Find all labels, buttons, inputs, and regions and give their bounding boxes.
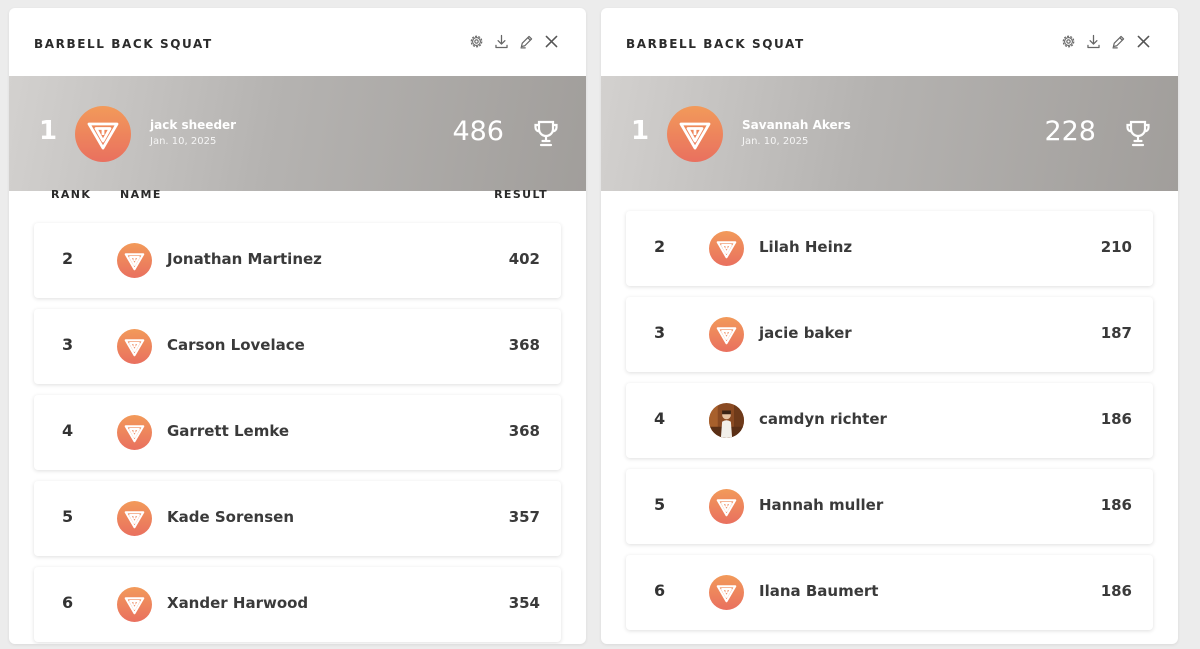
card-header: BARBELL BACK SQUAT bbox=[601, 8, 1178, 76]
gear-icon[interactable] bbox=[468, 33, 485, 50]
row-name: camdyn richter bbox=[759, 410, 887, 428]
row-name: Carson Lovelace bbox=[167, 336, 305, 354]
row-rank: 6 bbox=[654, 581, 666, 600]
trophy-icon bbox=[533, 119, 559, 149]
row-result: 357 bbox=[508, 508, 540, 526]
avatar bbox=[117, 501, 152, 536]
leader-rank: 1 bbox=[631, 116, 650, 146]
row-rank: 3 bbox=[654, 323, 666, 342]
row-result: 187 bbox=[1100, 324, 1132, 342]
row-name: Kade Sorensen bbox=[167, 508, 295, 526]
row-name: Hannah muller bbox=[759, 496, 884, 514]
row-rank: 4 bbox=[62, 421, 74, 440]
leader-rank: 1 bbox=[39, 116, 58, 146]
leader-name: Savannah Akers bbox=[742, 118, 851, 132]
row-rank: 6 bbox=[62, 593, 74, 612]
avatar-photo bbox=[709, 403, 744, 438]
leaderboard-row[interactable]: 6 Ilana Baumert 186 bbox=[626, 555, 1153, 630]
row-result: 368 bbox=[508, 336, 540, 354]
leaderboard-row[interactable]: 3 jacie baker 187 bbox=[626, 297, 1153, 372]
row-name: Jonathan Martinez bbox=[167, 250, 322, 268]
row-rank: 4 bbox=[654, 409, 666, 428]
header-actions bbox=[468, 33, 560, 50]
leader-name: jack sheeder bbox=[150, 118, 237, 132]
row-result: 186 bbox=[1100, 582, 1132, 600]
avatar bbox=[667, 106, 723, 162]
column-header-rank: RANK bbox=[51, 188, 92, 201]
leader-date: Jan. 10, 2025 bbox=[150, 136, 217, 147]
leaderboard-row[interactable]: 3 Carson Lovelace 368 bbox=[34, 309, 561, 384]
row-result: 368 bbox=[508, 422, 540, 440]
close-icon[interactable] bbox=[543, 33, 560, 50]
avatar bbox=[709, 317, 744, 352]
header-actions bbox=[1060, 33, 1152, 50]
row-result: 186 bbox=[1100, 410, 1132, 428]
avatar bbox=[117, 415, 152, 450]
download-icon[interactable] bbox=[1085, 33, 1102, 50]
row-name: Ilana Baumert bbox=[759, 582, 879, 600]
leaderboard-row[interactable]: 2 Jonathan Martinez 402 bbox=[34, 223, 561, 298]
row-rank: 2 bbox=[654, 237, 666, 256]
leaderboard-row[interactable]: 5 Hannah muller 186 bbox=[626, 469, 1153, 544]
pencil-icon[interactable] bbox=[1110, 33, 1127, 50]
row-result: 210 bbox=[1100, 238, 1132, 256]
leader-score: 486 bbox=[452, 116, 504, 147]
row-result: 354 bbox=[508, 594, 540, 612]
close-icon[interactable] bbox=[1135, 33, 1152, 50]
leader-date: Jan. 10, 2025 bbox=[742, 136, 809, 147]
row-name: jacie baker bbox=[759, 324, 852, 342]
avatar bbox=[117, 587, 152, 622]
leaderboard-row[interactable]: 5 Kade Sorensen 357 bbox=[34, 481, 561, 556]
row-rank: 5 bbox=[654, 495, 666, 514]
row-name: Lilah Heinz bbox=[759, 238, 853, 256]
row-rank: 3 bbox=[62, 335, 74, 354]
leaderboard-card-right: BARBELL BACK SQUAT 1 Savannah Akers Jan.… bbox=[601, 8, 1178, 644]
avatar bbox=[117, 243, 152, 278]
leaderboard-row[interactable]: 4 Garrett Lemke 368 bbox=[34, 395, 561, 470]
card-title: BARBELL BACK SQUAT bbox=[626, 37, 805, 51]
leaderboard-card-left: BARBELL BACK SQUAT 1 jack sheeder Jan. 1… bbox=[9, 8, 586, 644]
leaderboard-row[interactable]: 6 Xander Harwood 354 bbox=[34, 567, 561, 642]
leaderboard-row[interactable]: 4 camdyn richter 186 bbox=[626, 383, 1153, 458]
leader-score: 228 bbox=[1044, 116, 1096, 147]
row-name: Xander Harwood bbox=[167, 594, 309, 612]
gear-icon[interactable] bbox=[1060, 33, 1077, 50]
avatar bbox=[75, 106, 131, 162]
avatar bbox=[709, 231, 744, 266]
row-result: 402 bbox=[508, 250, 540, 268]
row-rank: 5 bbox=[62, 507, 74, 526]
trophy-icon bbox=[1125, 119, 1151, 149]
column-headers: RANK NAME RESULT bbox=[9, 188, 586, 208]
leaderboard-row[interactable]: 2 Lilah Heinz 210 bbox=[626, 211, 1153, 286]
leader-banner: 1 jack sheeder Jan. 10, 2025 486 bbox=[9, 76, 586, 191]
column-header-result: RESULT bbox=[494, 188, 548, 201]
row-name: Garrett Lemke bbox=[167, 422, 290, 440]
download-icon[interactable] bbox=[493, 33, 510, 50]
avatar bbox=[117, 329, 152, 364]
card-header: BARBELL BACK SQUAT bbox=[9, 8, 586, 76]
pencil-icon[interactable] bbox=[518, 33, 535, 50]
avatar bbox=[709, 489, 744, 524]
row-result: 186 bbox=[1100, 496, 1132, 514]
leader-banner: 1 Savannah Akers Jan. 10, 2025 228 bbox=[601, 76, 1178, 191]
column-header-name: NAME bbox=[120, 188, 162, 201]
card-title: BARBELL BACK SQUAT bbox=[34, 37, 213, 51]
avatar bbox=[709, 575, 744, 610]
row-rank: 2 bbox=[62, 249, 74, 268]
